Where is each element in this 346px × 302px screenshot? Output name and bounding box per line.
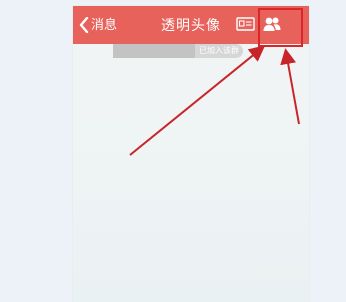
annotation-highlight-box bbox=[258, 8, 303, 47]
chat-screen: 消息 透明头像 已加入该群 bbox=[73, 6, 309, 302]
notice-redacted-area bbox=[113, 44, 195, 58]
id-card-icon[interactable] bbox=[236, 17, 255, 31]
chat-content-area bbox=[73, 62, 309, 302]
notice-banner: 已加入该群 bbox=[113, 44, 243, 58]
notice-text: 已加入该群 bbox=[195, 44, 243, 58]
